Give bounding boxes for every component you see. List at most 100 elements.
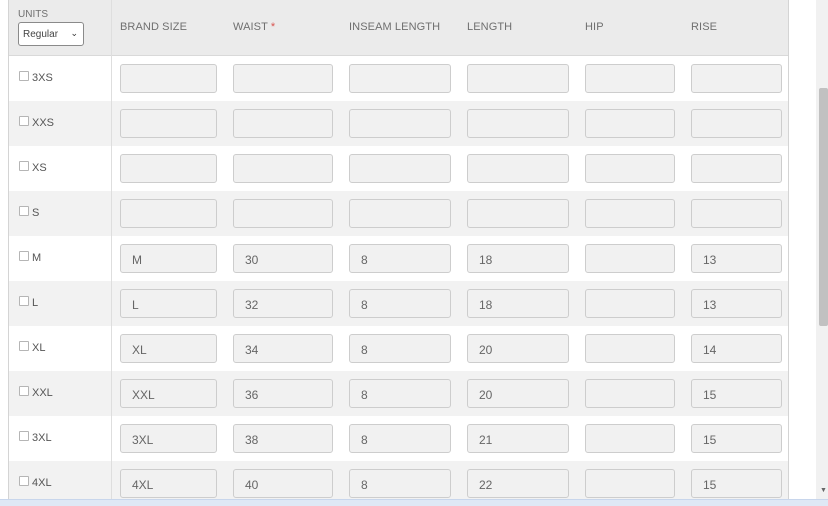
measurement-input-length[interactable]: 21	[467, 424, 569, 453]
measurement-input-hip[interactable]	[585, 289, 675, 318]
measurement-input-length[interactable]	[467, 154, 569, 183]
measurement-input-brand_size[interactable]	[120, 154, 217, 183]
measurement-input-rise[interactable]: 15	[691, 424, 782, 453]
measurement-input-hip[interactable]	[585, 64, 675, 93]
measurement-input-inseam[interactable]	[349, 109, 451, 138]
size-label: 3XL	[32, 432, 52, 444]
measurement-input-length[interactable]: 20	[467, 334, 569, 363]
measurement-input-hip[interactable]	[585, 154, 675, 183]
table-row: M M 30 8 18 13	[9, 236, 788, 281]
checkbox-icon[interactable]	[19, 116, 29, 126]
measurement-input-inseam[interactable]: 8	[349, 469, 451, 498]
measurement-input-length[interactable]	[467, 109, 569, 138]
measurement-input-waist[interactable]: 36	[233, 379, 333, 408]
measurement-input-waist[interactable]: 40	[233, 469, 333, 498]
measurement-input-rise[interactable]	[691, 199, 782, 228]
table-row: 3XL 3XL 38 8 21 15	[9, 416, 788, 461]
checkbox-icon[interactable]	[19, 431, 29, 441]
measurement-input-length[interactable]: 20	[467, 379, 569, 408]
measurement-input-rise[interactable]: 14	[691, 334, 782, 363]
measurement-input-rise[interactable]	[691, 154, 782, 183]
checkbox-icon[interactable]	[19, 71, 29, 81]
measurement-input-inseam[interactable]: 8	[349, 289, 451, 318]
checkbox-icon[interactable]	[19, 206, 29, 216]
checkbox-icon[interactable]	[19, 476, 29, 486]
table-row: 4XL 4XL 40 8 22 15	[9, 461, 788, 499]
measurement-input-length[interactable]	[467, 199, 569, 228]
checkbox-icon[interactable]	[19, 341, 29, 351]
measurement-input-brand_size[interactable]: 3XL	[120, 424, 217, 453]
col-head-rise: RISE	[691, 21, 718, 33]
measurement-input-length[interactable]: 18	[467, 289, 569, 318]
measurement-input-waist[interactable]	[233, 64, 333, 93]
measurement-input-brand_size[interactable]: XXL	[120, 379, 217, 408]
measurement-input-rise[interactable]: 15	[691, 379, 782, 408]
size-label: XXL	[32, 387, 53, 399]
bottom-strip	[0, 499, 828, 506]
measurement-input-waist[interactable]	[233, 154, 333, 183]
measurement-input-brand_size[interactable]	[120, 109, 217, 138]
measurement-input-inseam[interactable]: 8	[349, 379, 451, 408]
chevron-down-icon: ⌄	[70, 28, 78, 38]
measurement-input-waist[interactable]: 30	[233, 244, 333, 273]
table-row: XS	[9, 146, 788, 191]
measurement-input-hip[interactable]	[585, 199, 675, 228]
measurement-input-brand_size[interactable]: L	[120, 289, 217, 318]
size-label: 4XL	[32, 477, 52, 489]
table-row: 3XS	[9, 56, 788, 101]
measurement-input-brand_size[interactable]: M	[120, 244, 217, 273]
size-label: 3XS	[32, 72, 53, 84]
measurement-input-rise[interactable]: 13	[691, 244, 782, 273]
table-row: L L 32 8 18 13	[9, 281, 788, 326]
measurement-input-waist[interactable]	[233, 199, 333, 228]
measurement-input-hip[interactable]	[585, 379, 675, 408]
table-row: S	[9, 191, 788, 236]
measurement-input-hip[interactable]	[585, 469, 675, 498]
measurement-input-waist[interactable]: 34	[233, 334, 333, 363]
column-divider	[111, 0, 112, 499]
measurement-input-inseam[interactable]	[349, 199, 451, 228]
measurement-input-length[interactable]	[467, 64, 569, 93]
scrollbar-thumb[interactable]	[819, 88, 828, 326]
checkbox-icon[interactable]	[19, 296, 29, 306]
table-row: XL XL 34 8 20 14	[9, 326, 788, 371]
size-label: XS	[32, 162, 47, 174]
measurement-input-brand_size[interactable]	[120, 64, 217, 93]
measurement-input-hip[interactable]	[585, 109, 675, 138]
measurement-input-inseam[interactable]	[349, 64, 451, 93]
col-head-inseam: INSEAM LENGTH	[349, 21, 441, 33]
measurement-input-brand_size[interactable]	[120, 199, 217, 228]
units-select-value: Regular	[23, 29, 59, 40]
measurement-input-inseam[interactable]: 8	[349, 334, 451, 363]
checkbox-icon[interactable]	[19, 161, 29, 171]
measurement-input-inseam[interactable]	[349, 154, 451, 183]
table-header: UNITS Regular ⌄ BRAND SIZE WAIST * INSEA…	[9, 0, 788, 56]
units-label: UNITS	[18, 9, 48, 20]
measurement-input-length[interactable]: 18	[467, 244, 569, 273]
measurement-input-waist[interactable]: 38	[233, 424, 333, 453]
measurement-input-length[interactable]: 22	[467, 469, 569, 498]
size-label: XXS	[32, 117, 55, 129]
units-select[interactable]: Regular ⌄	[18, 22, 84, 46]
measurement-input-brand_size[interactable]: 4XL	[120, 469, 217, 498]
measurement-input-inseam[interactable]: 8	[349, 244, 451, 273]
scroll-down-arrow-icon[interactable]: ▼	[820, 487, 827, 494]
measurement-input-hip[interactable]	[585, 244, 675, 273]
table-row: XXL XXL 36 8 20 15	[9, 371, 788, 416]
measurement-input-waist[interactable]	[233, 109, 333, 138]
checkbox-icon[interactable]	[19, 386, 29, 396]
measurement-input-rise[interactable]	[691, 64, 782, 93]
measurement-input-rise[interactable]	[691, 109, 782, 138]
measurement-input-rise[interactable]: 15	[691, 469, 782, 498]
measurement-input-hip[interactable]	[585, 334, 675, 363]
table-row: XXS	[9, 101, 788, 146]
size-label: XL	[32, 342, 46, 354]
checkbox-icon[interactable]	[19, 251, 29, 261]
measurement-input-rise[interactable]: 13	[691, 289, 782, 318]
measurement-input-brand_size[interactable]: XL	[120, 334, 217, 363]
size-label: M	[32, 252, 42, 264]
col-head-waist-label: WAIST	[233, 21, 268, 33]
measurement-input-waist[interactable]: 32	[233, 289, 333, 318]
measurement-input-inseam[interactable]: 8	[349, 424, 451, 453]
measurement-input-hip[interactable]	[585, 424, 675, 453]
